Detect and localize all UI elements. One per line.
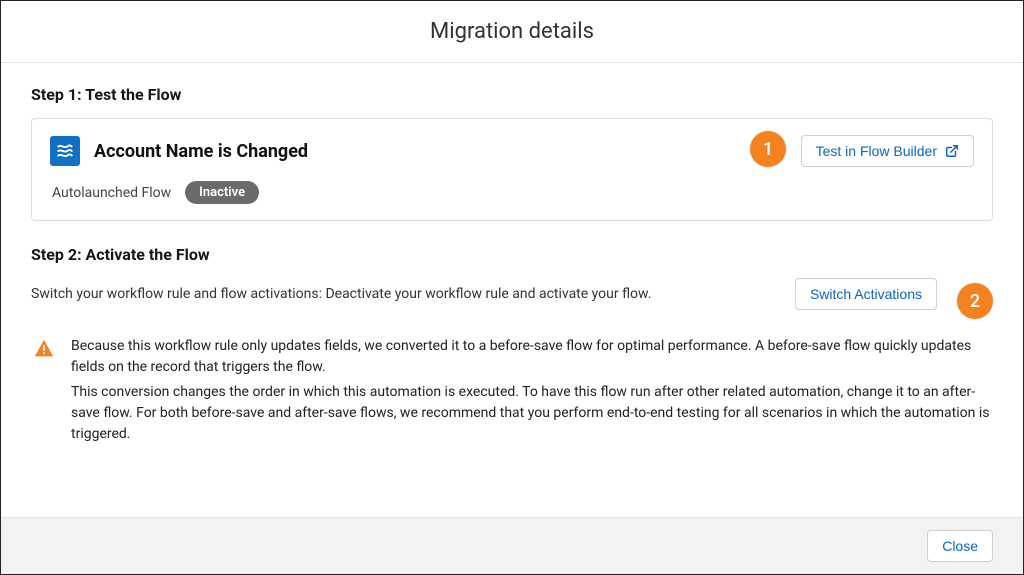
flow-type-label: Autolaunched Flow bbox=[52, 185, 171, 201]
modal-footer: Close bbox=[1, 517, 1023, 574]
test-button-label: Test in Flow Builder bbox=[816, 143, 937, 159]
external-link-icon bbox=[945, 144, 959, 158]
annotation-1: 1 bbox=[750, 131, 786, 167]
warning-icon bbox=[33, 338, 55, 445]
modal-header: Migration details bbox=[1, 1, 1023, 63]
step2-heading: Step 2: Activate the Flow bbox=[31, 245, 937, 264]
modal-body: Step 1: Test the Flow Account Name is Ch… bbox=[1, 63, 1023, 517]
switch-button-label: Switch Activations bbox=[810, 286, 922, 302]
flow-name: Account Name is Changed bbox=[94, 141, 308, 162]
warning-paragraph-1: Because this workflow rule only updates … bbox=[71, 336, 991, 378]
close-button-label: Close bbox=[942, 538, 978, 554]
warning-text: Because this workflow rule only updates … bbox=[71, 336, 991, 445]
flow-card: Account Name is Changed Test in Flow Bui… bbox=[31, 118, 993, 221]
switch-activations-button[interactable]: Switch Activations bbox=[795, 278, 937, 310]
close-button[interactable]: Close bbox=[927, 530, 993, 562]
status-badge: Inactive bbox=[185, 181, 259, 204]
warning-paragraph-2: This conversion changes the order in whi… bbox=[71, 382, 991, 445]
step2-section: Step 2: Activate the Flow Switch your wo… bbox=[31, 245, 993, 310]
annotation-2: 2 bbox=[957, 283, 993, 319]
migration-details-modal: Migration details Step 1: Test the Flow … bbox=[0, 0, 1024, 575]
test-in-flow-builder-button[interactable]: Test in Flow Builder bbox=[801, 135, 974, 167]
step1-heading: Step 1: Test the Flow bbox=[31, 85, 993, 104]
step2-description: Switch your workflow rule and flow activ… bbox=[31, 286, 651, 302]
warning-block: Because this workflow rule only updates … bbox=[31, 332, 993, 449]
flow-icon bbox=[50, 136, 80, 166]
page-title: Migration details bbox=[1, 19, 1023, 44]
